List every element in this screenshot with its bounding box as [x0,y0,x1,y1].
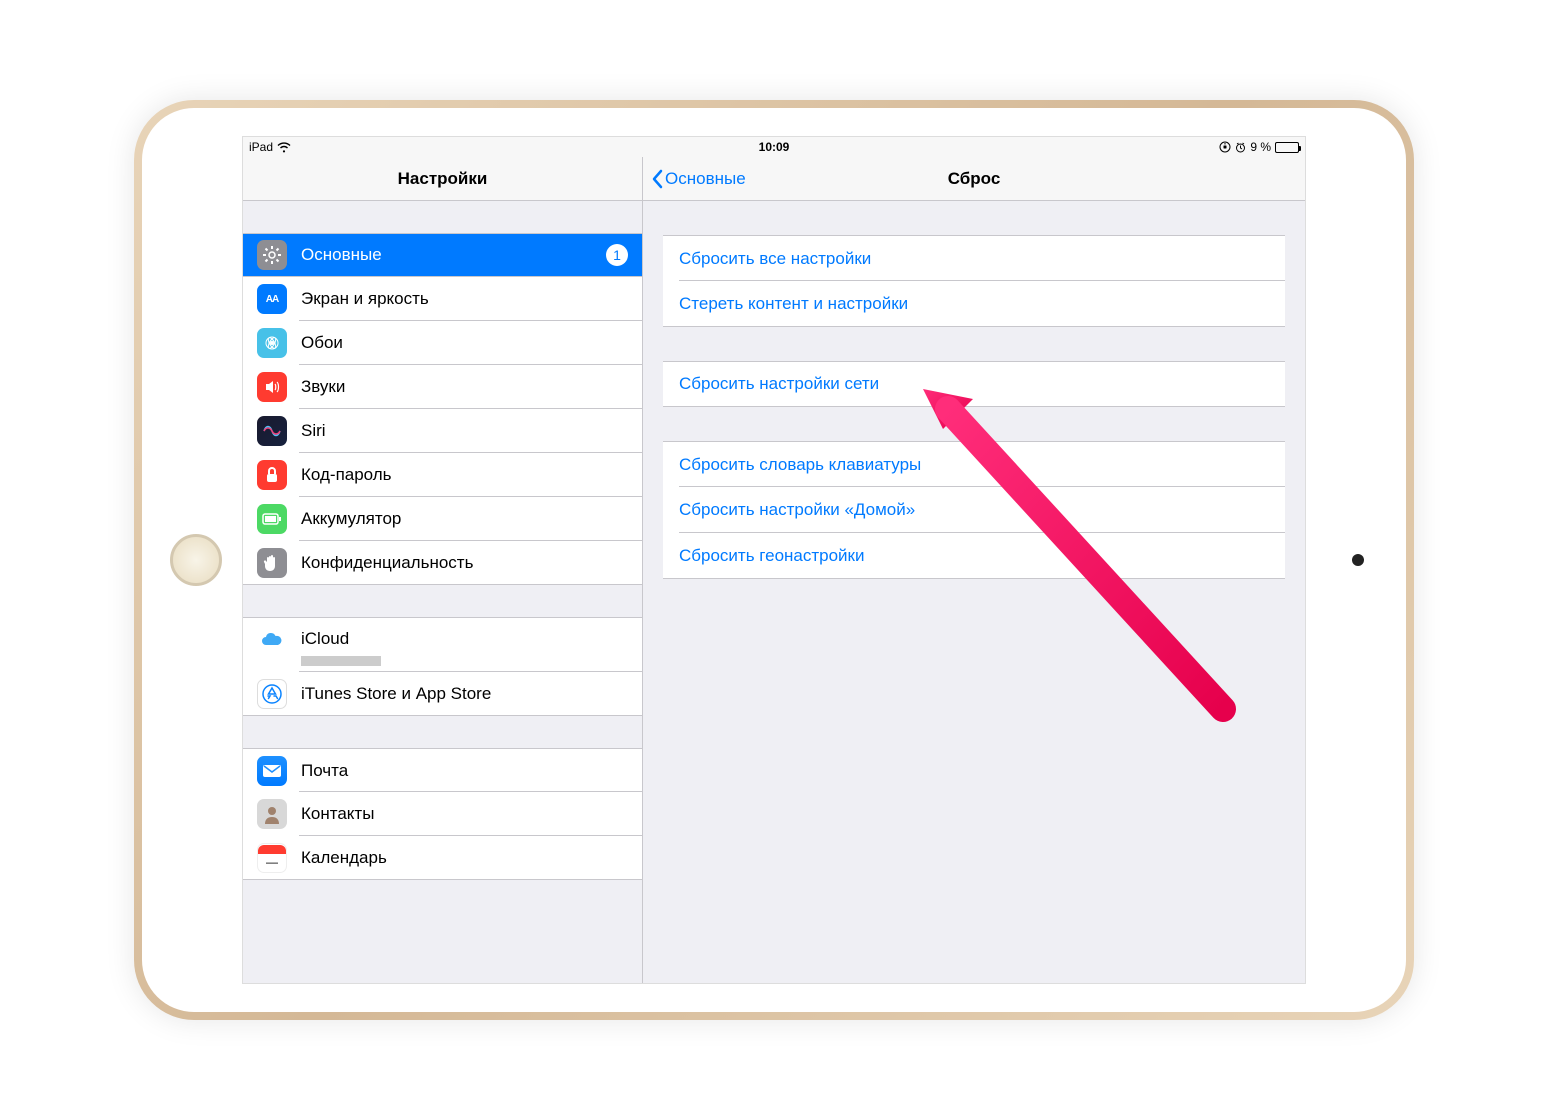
sidebar-item-label: Почта [301,761,628,781]
clock: 10:09 [759,140,790,154]
chevron-left-icon [651,169,663,189]
sidebar-title: Настройки [243,157,642,201]
sidebar-item-calendar[interactable]: ― Календарь [243,836,642,880]
detail-pane: Основные Сброс Сбросить все настройки Ст… [643,157,1305,983]
detail-title: Сброс [948,169,1001,189]
front-camera [1352,554,1364,566]
sidebar-item-label: Конфиденциальность [301,553,628,573]
sidebar-item-label: Siri [301,421,628,441]
appstore-icon [257,679,287,709]
settings-sidebar[interactable]: Настройки Основные 1 AA Экран и ярк [243,157,643,983]
sidebar-group-3: Почта Контакты ― [243,748,642,880]
speaker-icon [257,372,287,402]
sidebar-item-label: Экран и яркость [301,289,628,309]
sidebar-item-label: Код-пароль [301,465,628,485]
reset-location-settings[interactable]: Сбросить геонастройки [663,533,1285,579]
battery-icon [257,504,287,534]
alarm-icon [1235,142,1246,153]
wallpaper-icon [257,328,287,358]
hand-icon [257,548,287,578]
sidebar-item-label: Основные [301,245,606,265]
device-frame: iPad 10:09 9 % [134,100,1414,1020]
sidebar-item-label: Контакты [301,804,628,824]
siri-icon [257,416,287,446]
sidebar-item-sounds[interactable]: Звуки [243,365,642,409]
erase-content-settings[interactable]: Стереть контент и настройки [663,281,1285,327]
rotation-lock-icon [1219,141,1231,153]
sidebar-item-passcode[interactable]: Код-пароль [243,453,642,497]
sidebar-item-general[interactable]: Основные 1 [243,233,642,277]
sidebar-item-mail[interactable]: Почта [243,748,642,792]
reset-keyboard-dictionary[interactable]: Сбросить словарь клавиатуры [663,441,1285,487]
sidebar-item-label: Аккумулятор [301,509,628,529]
sidebar-item-privacy[interactable]: Конфиденциальность [243,541,642,585]
home-button[interactable] [170,534,222,586]
sidebar-item-label: Календарь [301,848,628,868]
sidebar-item-label: iTunes Store и App Store [301,684,628,704]
sidebar-group-2: iCloud iTunes Store и App Store [243,617,642,716]
lock-icon [257,460,287,490]
back-label: Основные [665,169,746,189]
icloud-account-blur [301,656,381,666]
cloud-icon [257,624,287,654]
sidebar-item-siri[interactable]: Siri [243,409,642,453]
device-label: iPad [249,140,273,154]
mail-icon [257,756,287,786]
detail-header: Основные Сброс [643,157,1305,201]
sidebar-item-wallpaper[interactable]: Обои [243,321,642,365]
sidebar-item-contacts[interactable]: Контакты [243,792,642,836]
sidebar-item-label: iCloud [301,629,628,649]
reset-group-3: Сбросить словарь клавиатуры Сбросить нас… [663,441,1285,579]
battery-percent: 9 % [1250,140,1271,154]
sidebar-item-display[interactable]: AA Экран и яркость [243,277,642,321]
reset-all-settings[interactable]: Сбросить все настройки [663,235,1285,281]
wifi-icon [277,142,291,153]
reset-group-2: Сбросить настройки сети [663,361,1285,407]
reset-network-settings[interactable]: Сбросить настройки сети [663,361,1285,407]
sidebar-item-label: Звуки [301,377,628,397]
reset-group-1: Сбросить все настройки Стереть контент и… [663,235,1285,327]
contacts-icon [257,799,287,829]
screen: iPad 10:09 9 % [242,136,1306,984]
sidebar-item-label: Обои [301,333,628,353]
sidebar-item-icloud[interactable]: iCloud [243,617,642,672]
sidebar-item-battery[interactable]: Аккумулятор [243,497,642,541]
status-bar: iPad 10:09 9 % [243,137,1305,157]
gear-icon [257,240,287,270]
calendar-icon: ― [257,843,287,873]
back-button[interactable]: Основные [651,169,746,189]
battery-icon [1275,142,1299,153]
display-icon: AA [257,284,287,314]
sidebar-group-1: Основные 1 AA Экран и яркость Обои [243,233,642,585]
device-bezel: iPad 10:09 9 % [142,108,1406,1012]
reset-home-layout[interactable]: Сбросить настройки «Домой» [663,487,1285,533]
sidebar-item-itunes[interactable]: iTunes Store и App Store [243,672,642,716]
notification-badge: 1 [606,244,628,266]
